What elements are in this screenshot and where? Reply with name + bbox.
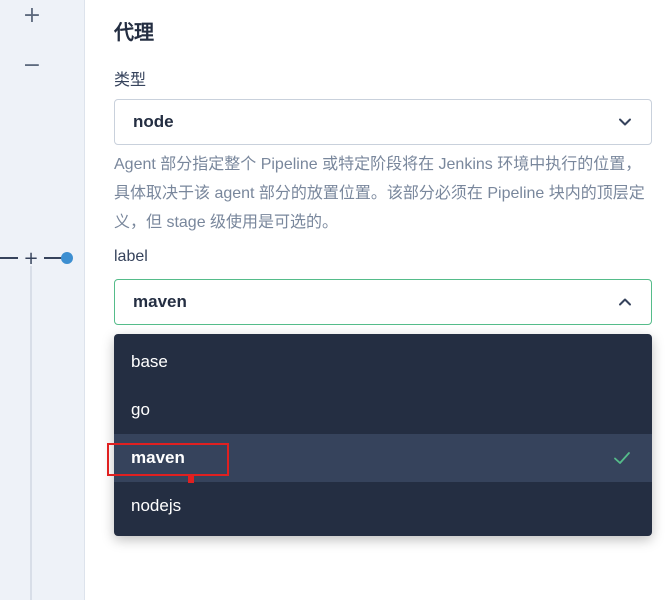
option-label: maven bbox=[131, 448, 185, 467]
pipeline-connector-right bbox=[44, 257, 62, 259]
agent-help-text: Agent 部分指定整个 Pipeline 或特定阶段将在 Jenkins 环境… bbox=[114, 156, 645, 231]
option-label: base bbox=[131, 352, 168, 371]
label-field-label: label bbox=[114, 248, 148, 265]
type-select[interactable]: node bbox=[114, 99, 652, 145]
zoom-in-icon[interactable]: + bbox=[14, 0, 50, 30]
chevron-up-icon bbox=[617, 294, 633, 310]
option-label: nodejs bbox=[131, 496, 182, 515]
chevron-down-icon bbox=[617, 114, 633, 130]
stage-node-dot[interactable] bbox=[61, 252, 73, 264]
label-dropdown-menu: base go maven nodejs bbox=[114, 334, 652, 536]
label-select-value: maven bbox=[133, 292, 187, 311]
zoom-out-icon[interactable]: − bbox=[14, 50, 50, 80]
pipeline-canvas: + − + bbox=[0, 0, 85, 600]
option-label: go bbox=[131, 400, 150, 419]
pipeline-vertical-line bbox=[30, 266, 32, 600]
agent-settings-panel: 代理 类型 node Agent 部分指定整个 Pipeline 或特定阶段将在… bbox=[84, 0, 665, 600]
section-title: 代理 bbox=[114, 22, 154, 44]
type-select-value: node bbox=[133, 112, 174, 131]
dropdown-option-base[interactable]: base bbox=[114, 338, 652, 386]
label-select[interactable]: maven bbox=[114, 279, 652, 325]
dropdown-option-maven[interactable]: maven bbox=[114, 434, 652, 482]
dropdown-option-nodejs[interactable]: nodejs bbox=[114, 482, 652, 530]
check-icon bbox=[612, 448, 632, 468]
pipeline-connector-left bbox=[0, 257, 18, 259]
type-field-label: 类型 bbox=[114, 72, 147, 89]
dropdown-option-go[interactable]: go bbox=[114, 386, 652, 434]
